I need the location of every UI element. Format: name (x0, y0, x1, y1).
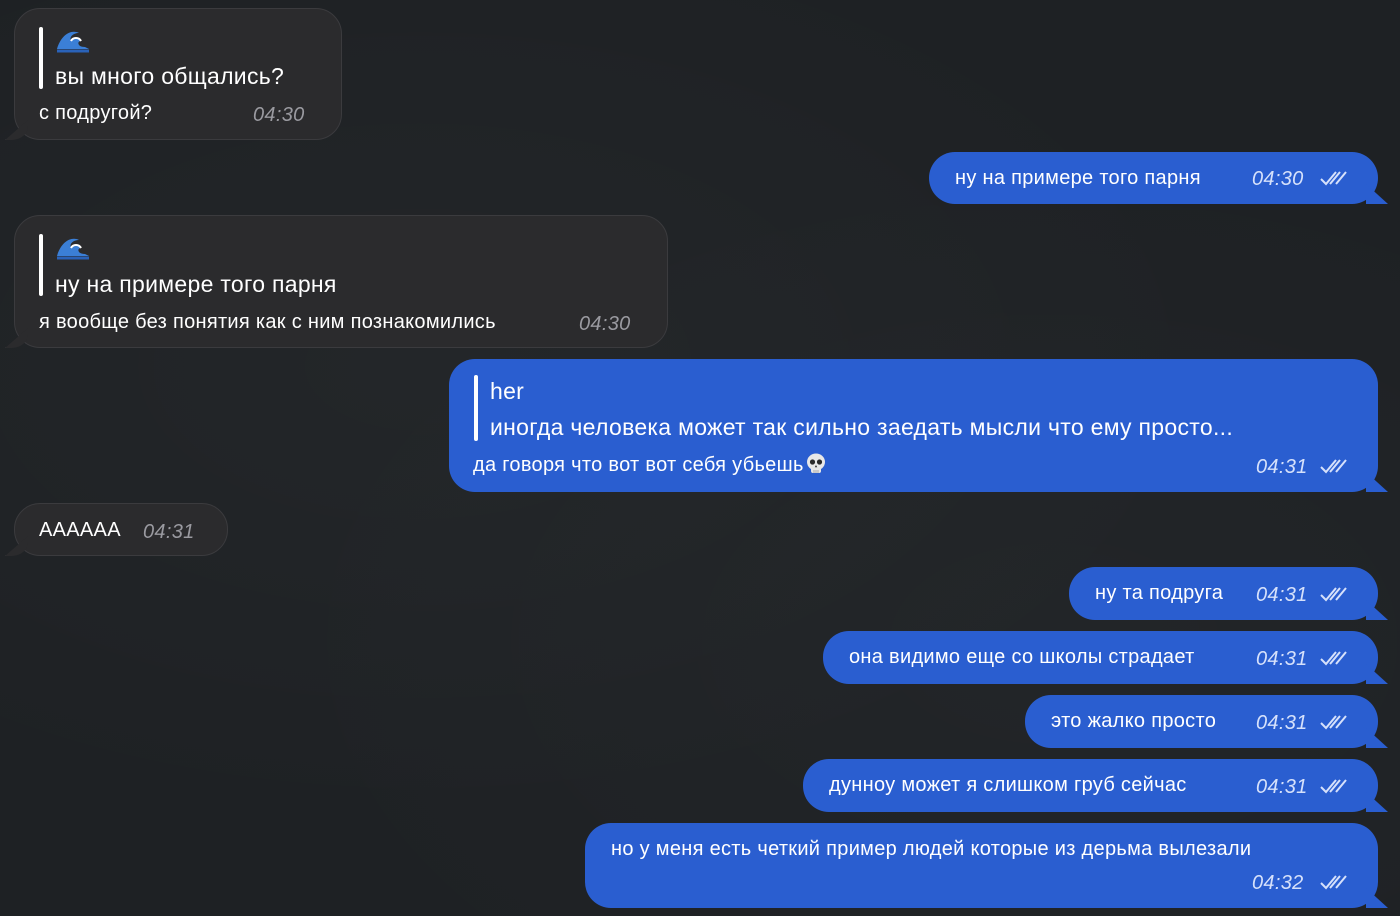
message-time: 04:31 (1256, 584, 1308, 606)
message-time: 04:31 (1256, 712, 1308, 734)
message-text: я вообще без понятия как с ним познакоми… (39, 311, 496, 333)
message-text-content: да говоря что вот вот себя убьешь (473, 454, 804, 476)
message-time: 04:31 (1256, 648, 1308, 670)
skull-icon (806, 453, 825, 473)
double-check-icon (1320, 715, 1347, 730)
double-check-icon (1320, 587, 1347, 602)
message-outgoing[interactable]: ну та подруга 04:31 (1069, 567, 1378, 620)
message-text: АААААА (39, 519, 121, 541)
message-text: она видимо еще со школы страдает (849, 646, 1195, 668)
message-text: да говоря что вот вот себя убьешь (473, 453, 826, 477)
message-time: 04:31 (1256, 776, 1308, 798)
message-text: ну та подруга (1095, 582, 1224, 604)
reply-quote-bar (474, 375, 478, 441)
double-check-icon (1320, 459, 1347, 474)
message-text: но у меня есть четкий пример людей котор… (611, 838, 1252, 860)
message-text: это жалко просто (1051, 710, 1217, 732)
message-outgoing[interactable]: her иногда человека может так сильно зае… (449, 359, 1378, 492)
message-time: 04:32 (1252, 872, 1304, 894)
message-outgoing[interactable]: это жалко просто 04:31 (1025, 695, 1378, 748)
message-outgoing[interactable]: ну на примере того парня 04:30 (929, 152, 1378, 204)
double-check-icon (1320, 651, 1347, 666)
message-incoming[interactable]: вы много общались? с подругой? 04:30 (14, 8, 342, 140)
reply-text: вы много общались? (55, 63, 285, 89)
message-incoming[interactable]: АААААА 04:31 (14, 503, 228, 556)
message-time: 04:31 (143, 521, 195, 543)
reply-author: her (490, 378, 525, 404)
message-time: 04:31 (1256, 456, 1308, 478)
message-time: 04:30 (253, 104, 305, 126)
message-outgoing[interactable]: дунноу может я слишком груб сейчас 04:31 (803, 759, 1378, 812)
double-check-icon (1320, 875, 1347, 890)
reply-text: иногда человека может так сильно заедать… (490, 414, 1234, 440)
wave-icon (57, 238, 89, 260)
reply-text: ну на примере того парня (55, 271, 337, 297)
message-text: дунноу может я слишком груб сейчас (829, 774, 1187, 796)
message-time: 04:30 (579, 313, 631, 335)
wave-icon (57, 31, 89, 53)
message-text: с подругой? (39, 102, 153, 124)
double-check-icon (1320, 779, 1347, 794)
message-text: ну на примере того парня (955, 167, 1201, 189)
message-outgoing[interactable]: она видимо еще со школы страдает 04:31 (823, 631, 1378, 684)
double-check-icon (1320, 171, 1347, 186)
reply-quote-bar (39, 27, 43, 89)
reply-quote-bar (39, 234, 43, 296)
message-outgoing[interactable]: но у меня есть четкий пример людей котор… (585, 823, 1378, 908)
message-incoming[interactable]: ну на примере того парня я вообще без по… (14, 215, 668, 348)
message-time: 04:30 (1252, 168, 1304, 190)
